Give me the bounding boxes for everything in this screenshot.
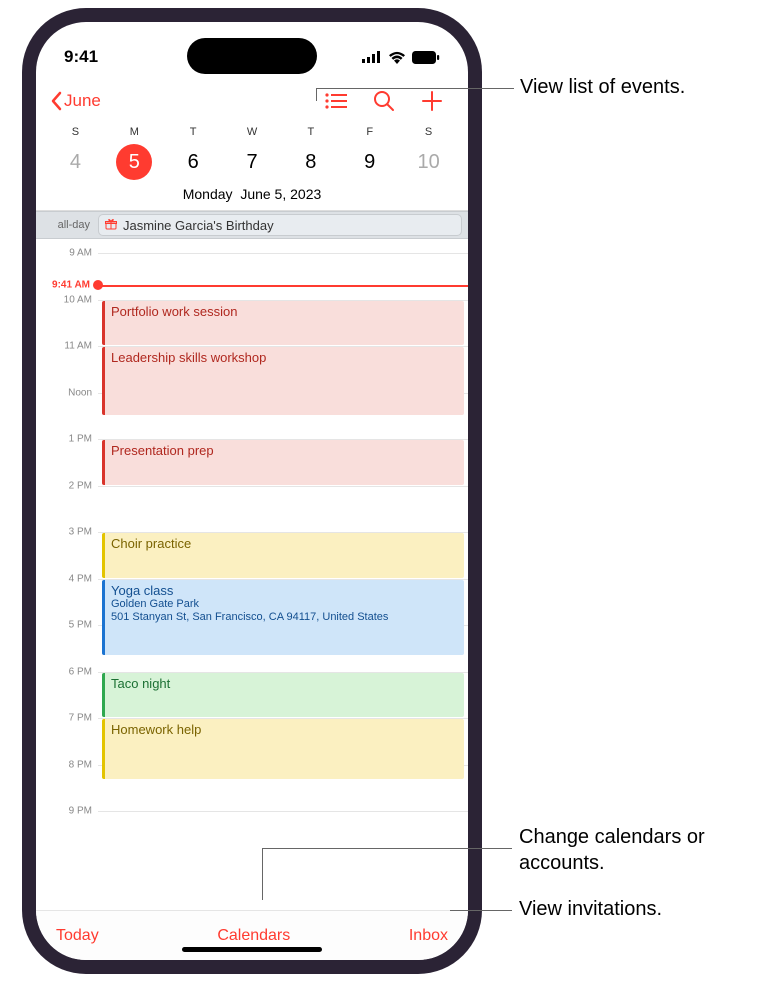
- plus-icon: [421, 90, 443, 112]
- day-number: 4: [57, 144, 93, 180]
- event[interactable]: Choir practice: [102, 533, 464, 578]
- today-button[interactable]: Today: [56, 927, 99, 945]
- gift-icon: [105, 218, 117, 233]
- event-title: Taco night: [111, 676, 458, 691]
- day-of-week: W: [247, 126, 257, 138]
- hour-label: 2 PM: [36, 480, 92, 491]
- hour-label: 3 PM: [36, 527, 92, 538]
- callout-inbox: View invitations.: [519, 898, 662, 921]
- now-line: [98, 285, 468, 287]
- event[interactable]: Taco night: [102, 673, 464, 718]
- inbox-button[interactable]: Inbox: [409, 927, 448, 945]
- event-address: 501 Stanyan St, San Francisco, CA 94117,…: [111, 611, 458, 625]
- wifi-icon: [388, 51, 406, 64]
- day-number: 7: [234, 144, 270, 180]
- hour-line: [98, 253, 468, 254]
- day-of-week: M: [130, 126, 139, 138]
- day-number: 8: [293, 144, 329, 180]
- now-dot: [93, 280, 103, 290]
- allday-label: all-day: [36, 219, 98, 231]
- hour-label: 9 AM: [36, 248, 92, 259]
- hour-label: 7 PM: [36, 713, 92, 724]
- event-title: Choir practice: [111, 536, 458, 551]
- day-of-week: S: [72, 126, 79, 138]
- dynamic-island: [187, 38, 317, 74]
- cellular-icon: [362, 51, 382, 63]
- hour-label: 11 AM: [36, 341, 92, 352]
- day-col[interactable]: T6: [164, 126, 223, 180]
- callout-list: View list of events.: [520, 76, 685, 99]
- day-number: 5: [116, 144, 152, 180]
- day-number: 9: [352, 144, 388, 180]
- search-button[interactable]: [362, 84, 406, 118]
- day-col[interactable]: F9: [340, 126, 399, 180]
- home-indicator[interactable]: [182, 947, 322, 952]
- event-title: Homework help: [111, 722, 458, 737]
- timeline[interactable]: 9 AM 10 AM 11 AM Noon 1 PM 2 PM 3 PM 4 PM 5 PM 6 …: [36, 239, 468, 910]
- status-icons: [362, 51, 440, 64]
- callout-calendars: Change calendars or accounts.: [519, 824, 774, 876]
- full-date: Monday June 5, 2023: [36, 180, 468, 211]
- list-view-button[interactable]: [314, 84, 358, 118]
- hour-line: [98, 811, 468, 812]
- chevron-left-icon: [50, 91, 62, 111]
- event[interactable]: Portfolio work session: [102, 301, 464, 346]
- now-label: 9:41 AM: [36, 279, 92, 290]
- allday-event-title: Jasmine Garcia's Birthday: [123, 218, 274, 233]
- nav-bar: June: [36, 78, 468, 126]
- callout-line: [262, 848, 263, 900]
- hour-line: [98, 486, 468, 487]
- status-time: 9:41: [64, 47, 98, 67]
- full-date-date: June 5, 2023: [240, 186, 321, 202]
- callout-line: [450, 910, 512, 911]
- callout-line: [316, 88, 514, 89]
- day-col[interactable]: S 10: [399, 126, 458, 180]
- event[interactable]: Presentation prep: [102, 440, 464, 485]
- bottom-bar: Today Calendars Inbox: [36, 910, 468, 960]
- hour-label: 1 PM: [36, 434, 92, 445]
- day-of-week: S: [425, 126, 432, 138]
- event[interactable]: Yoga classGolden Gate Park501 Stanyan St…: [102, 580, 464, 656]
- event-location: Golden Gate Park: [111, 598, 458, 612]
- week-row: S4M5T6W7T8F9S10: [36, 126, 468, 180]
- callout-line: [262, 848, 512, 849]
- day-col[interactable]: T8: [281, 126, 340, 180]
- full-date-weekday: Monday: [183, 186, 233, 202]
- day-col[interactable]: S4: [46, 126, 105, 180]
- day-of-week: T: [190, 126, 197, 138]
- callout-line: [316, 88, 317, 101]
- hour-label: Noon: [36, 387, 92, 398]
- day-of-week: F: [366, 126, 373, 138]
- day-col[interactable]: M5: [105, 126, 164, 180]
- event[interactable]: Leadership skills workshop: [102, 347, 464, 415]
- back-button[interactable]: June: [50, 91, 101, 111]
- day-number: 10: [411, 144, 447, 180]
- event-title: Yoga class: [111, 583, 458, 598]
- day-of-week: T: [308, 126, 315, 138]
- allday-row: all-day Jasmine Garcia's Birthday: [36, 211, 468, 239]
- calendars-button[interactable]: Calendars: [217, 927, 290, 945]
- search-icon: [373, 90, 395, 112]
- hour-label: 5 PM: [36, 620, 92, 631]
- hour-label: 10 AM: [36, 294, 92, 305]
- allday-event[interactable]: Jasmine Garcia's Birthday: [98, 214, 462, 236]
- event-title: Presentation prep: [111, 443, 458, 458]
- back-label: June: [64, 91, 101, 111]
- hour-label: 4 PM: [36, 573, 92, 584]
- add-event-button[interactable]: [410, 84, 454, 118]
- event-title: Leadership skills workshop: [111, 350, 458, 365]
- day-col[interactable]: W7: [223, 126, 282, 180]
- event[interactable]: Homework help: [102, 719, 464, 779]
- screen: 9:41 June S4M5T6W7T8F9S10: [36, 22, 468, 960]
- hour-label: 9 PM: [36, 806, 92, 817]
- event-title: Portfolio work session: [111, 304, 458, 319]
- battery-icon: [412, 51, 440, 64]
- day-number: 6: [175, 144, 211, 180]
- list-icon: [325, 93, 347, 109]
- hour-label: 6 PM: [36, 666, 92, 677]
- hour-label: 8 PM: [36, 759, 92, 770]
- phone-frame: 9:41 June S4M5T6W7T8F9S10: [22, 8, 482, 974]
